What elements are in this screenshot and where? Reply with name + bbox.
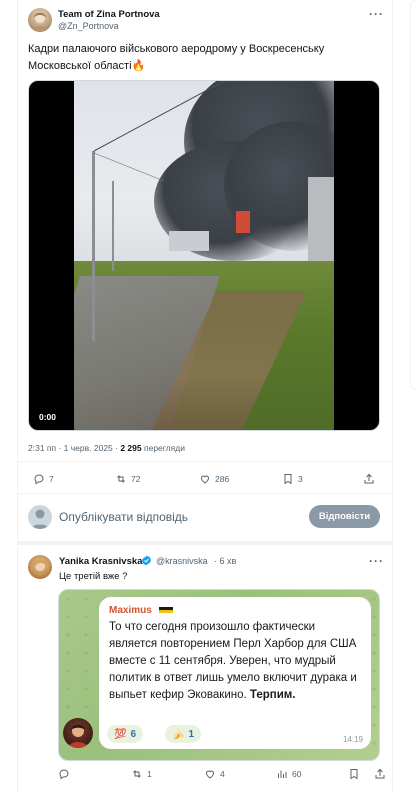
reply-button[interactable]: 7 — [33, 473, 54, 485]
retweet-icon — [133, 770, 141, 778]
analytics-icon — [278, 770, 287, 778]
like-button[interactable]: 286 — [199, 473, 229, 485]
reply-like-button[interactable]: 4 — [204, 768, 225, 780]
bookmark-button[interactable]: 3 — [282, 473, 303, 485]
reply-more-options-icon[interactable]: ··· — [369, 554, 384, 568]
telegram-message-time: 14:19 — [342, 735, 363, 744]
reply-views-count: 60 — [292, 769, 302, 779]
bookmark-count: 3 — [298, 474, 303, 484]
like-count: 286 — [215, 474, 230, 484]
author-handle[interactable]: @Zn_Portnova — [58, 21, 119, 31]
reply-image[interactable]: Maximus То что сегодня произошло фактиче… — [58, 589, 380, 761]
tweet-text: Кадри палаючого військового аеродрому у … — [28, 41, 383, 75]
share-button[interactable] — [363, 473, 375, 485]
reply-share-button[interactable] — [374, 768, 386, 780]
retweet-button[interactable]: 72 — [115, 473, 140, 485]
bookmark-icon — [350, 769, 358, 780]
reply-retweet-button[interactable]: 1 — [131, 768, 152, 780]
reply-text: Це третій вже ? — [59, 571, 128, 582]
banana-icon: 🍌 — [172, 728, 185, 740]
reaction-hundred: 💯 6 — [107, 725, 144, 743]
author-avatar[interactable] — [28, 8, 52, 32]
retweet-icon — [117, 475, 125, 483]
reply-time[interactable]: · 6 хв — [214, 556, 236, 566]
share-icon — [375, 768, 385, 779]
reply-reply-button[interactable] — [58, 768, 74, 780]
reply-author-handle[interactable]: @krasnivska — [156, 556, 208, 566]
reaction-banana: 🍌 1 — [165, 725, 202, 743]
reply-like-count: 4 — [220, 769, 225, 779]
telegram-message-body: То что сегодня произошло фактически явля… — [109, 621, 357, 701]
power-lines — [93, 81, 225, 182]
verified-badge-icon — [141, 555, 152, 566]
author-name[interactable]: Team of Zina Portnova — [58, 9, 160, 20]
telegram-sender-name: Maximus — [109, 605, 152, 616]
reply-count: 7 — [49, 474, 54, 484]
reply-icon — [59, 769, 69, 780]
side-panel-edge — [410, 0, 416, 390]
reaction-count: 6 — [130, 728, 137, 740]
tweet-text-body: Кадри палаючого військового аеродрому у … — [28, 43, 325, 72]
bookmark-icon — [284, 474, 292, 485]
reply-author-avatar[interactable] — [28, 555, 52, 579]
current-user-avatar[interactable] — [28, 505, 52, 529]
views-count: 2 295 — [120, 443, 142, 453]
fire-icon: 🔥 — [131, 60, 146, 72]
section-separator — [18, 541, 392, 545]
reply-bookmark-button[interactable] — [348, 768, 360, 780]
more-options-icon[interactable]: ··· — [369, 7, 384, 21]
hundred-icon: 💯 — [114, 728, 127, 740]
avatar-portrait-icon — [68, 724, 88, 748]
heart-icon — [200, 475, 210, 484]
divider — [18, 493, 392, 494]
divider — [18, 461, 392, 462]
views-label: перегляди — [141, 443, 185, 453]
avatar-portrait-icon — [33, 12, 47, 32]
telegram-message-bubble: Maximus То что сегодня произошло фактиче… — [99, 597, 371, 749]
reply-submit-button[interactable]: Відповісти — [309, 505, 380, 528]
retweet-count: 72 — [131, 474, 141, 484]
video-player[interactable]: 0:00 — [28, 80, 380, 431]
video-timestamp: 0:00 — [39, 412, 57, 422]
telegram-sender-avatar — [63, 718, 93, 748]
heart-icon — [205, 770, 215, 779]
reply-views-button[interactable]: 60 — [276, 768, 301, 780]
reply-input[interactable]: Опублікувати відповідь — [59, 510, 188, 524]
tweet-datetime[interactable]: 2:31 пп · 1 черв. 2025 · — [28, 443, 120, 453]
share-icon — [364, 473, 374, 484]
flag-icon — [159, 607, 173, 616]
telegram-message-bold: Терпим. — [249, 689, 296, 701]
default-avatar-icon — [31, 509, 49, 529]
tweet-meta: 2:31 пп · 1 черв. 2025 · 2 295 перегляди — [28, 443, 185, 453]
reply-author-name[interactable]: Yanika Krasnivska — [59, 556, 142, 567]
reply-retweet-count: 1 — [147, 769, 152, 779]
video-frame — [74, 81, 334, 430]
reaction-count: 1 — [188, 728, 195, 740]
telegram-message-text: То что сегодня произошло фактически явля… — [109, 619, 365, 704]
reply-icon — [34, 474, 44, 485]
avatar-portrait-icon — [33, 559, 47, 571]
